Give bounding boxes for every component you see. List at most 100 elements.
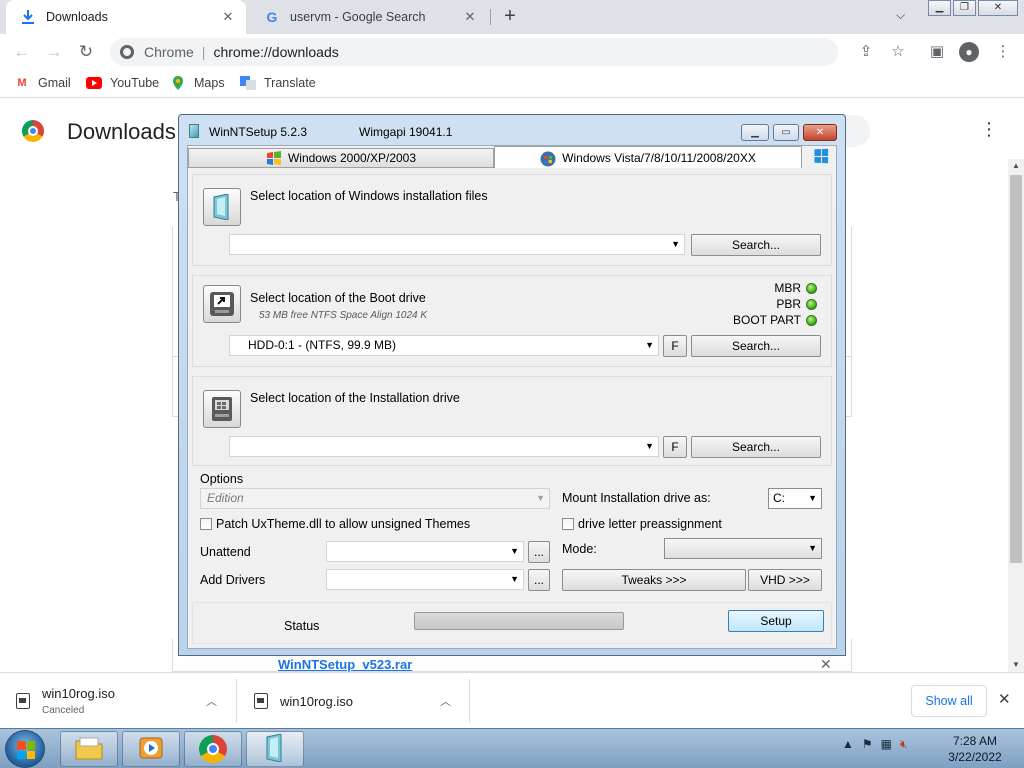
tab-windows-vista-plus[interactable]: Windows Vista/7/8/10/11/2008/20XX <box>494 146 802 168</box>
tab-downloads[interactable]: Downloads ✕ <box>6 0 246 34</box>
maximize-button[interactable]: ▭ <box>773 124 799 141</box>
drive-letter-preassignment-checkbox[interactable] <box>562 518 574 530</box>
menu-kebab-icon[interactable]: ⋮ <box>993 42 1013 62</box>
boot-drive-search-button[interactable]: Search... <box>691 335 821 357</box>
action-center-flag-icon[interactable]: ⚑ <box>862 737 873 752</box>
address-bar[interactable]: Chrome | chrome://downloads <box>110 38 838 66</box>
unattend-browse-button[interactable]: ... <box>528 541 550 563</box>
bookmark-youtube[interactable]: YouTube <box>86 76 159 90</box>
tab-google-search[interactable]: G uservm - Google Search ✕ <box>250 0 488 34</box>
clock-time: 7:28 AM <box>952 734 998 748</box>
scroll-down-arrow-icon[interactable]: ▼ <box>1008 658 1024 672</box>
reload-button[interactable]: ↻ <box>74 40 98 64</box>
boot-drive-format-button[interactable]: F <box>663 335 687 357</box>
volume-muted-icon[interactable]: 🔇︎ <box>900 737 908 752</box>
taskbar-explorer[interactable] <box>60 731 118 767</box>
close-shelf-icon[interactable]: ✕ <box>998 690 1011 708</box>
shelf-file-name: win10rog.iso <box>280 693 353 709</box>
unattend-combobox[interactable]: ▼ <box>326 541 524 562</box>
install-drive-format-button[interactable]: F <box>663 436 687 458</box>
boot-drive-label: Select location of the Boot drive <box>250 291 426 305</box>
chevron-up-icon[interactable]: ︿ <box>440 693 451 709</box>
minimize-button[interactable]: ▁ <box>741 124 769 141</box>
taskbar-winntsetup[interactable] <box>246 731 304 767</box>
patch-uxtheme-checkbox[interactable] <box>200 518 212 530</box>
add-drivers-browse-button[interactable]: ... <box>528 569 550 591</box>
install-drive-combobox[interactable]: ▼ <box>229 436 659 457</box>
close-window-button[interactable]: ✕ <box>978 0 1018 16</box>
show-hidden-icons-icon[interactable]: ▲ <box>842 737 854 752</box>
boot-drive-combobox[interactable]: HDD-0:1 - (NTFS, 99.9 MB) ▼ <box>229 335 659 356</box>
tab-strip: Downloads ✕ G uservm - Google Search ✕ +… <box>0 0 1024 34</box>
indicator-label: BOOT PART <box>732 313 801 327</box>
options-heading: Options <box>200 472 244 486</box>
bookmark-gmail[interactable]: M Gmail <box>14 76 71 90</box>
install-files-combobox[interactable]: ▼ <box>229 234 685 255</box>
show-all-button[interactable]: Show all <box>911 685 987 717</box>
vhd-button[interactable]: VHD >>> <box>748 569 822 591</box>
bookmark-translate[interactable]: Translate <box>240 76 316 90</box>
download-file-link[interactable]: WinNTSetup_v523.rar <box>278 657 412 672</box>
tab-windows-xp[interactable]: Windows 2000/XP/2003 <box>188 148 494 168</box>
install-drive-search-button[interactable]: Search... <box>691 436 821 458</box>
close-tab-icon[interactable]: ✕ <box>220 9 236 25</box>
translate-icon <box>240 76 256 90</box>
more-actions-icon[interactable]: ⋮ <box>980 119 998 140</box>
youtube-icon <box>86 76 102 90</box>
back-button[interactable]: ← <box>10 40 34 64</box>
boot-part-status-led-icon <box>806 314 817 326</box>
new-tab-button[interactable]: + <box>498 5 522 29</box>
start-button[interactable] <box>5 730 45 768</box>
bookmark-maps[interactable]: Maps <box>170 76 225 90</box>
boot-drive-sublabel: 53 MB free NTFS Space Align 1024 K <box>259 310 428 321</box>
shelf-download-item[interactable]: win10rog.iso Canceled <box>16 673 236 729</box>
add-drivers-combobox[interactable]: ▼ <box>326 569 524 590</box>
edition-placeholder: Edition <box>207 491 244 505</box>
page-scrollbar[interactable]: ▲ ▼ <box>1008 159 1024 672</box>
restore-button[interactable]: ❐ <box>953 0 976 16</box>
gmail-icon: M <box>17 77 27 89</box>
site-label: Chrome <box>144 44 194 60</box>
tweaks-button[interactable]: Tweaks >>> <box>562 569 746 591</box>
mode-combobox[interactable]: ▼ <box>664 538 822 559</box>
bookmark-star-icon[interactable]: ☆ <box>888 42 908 62</box>
scroll-up-arrow-icon[interactable]: ▲ <box>1008 159 1024 173</box>
chrome-icon <box>199 735 227 763</box>
mount-drive-letter-combobox[interactable]: C: ▼ <box>768 488 822 509</box>
share-icon[interactable]: ⇪ <box>856 42 876 62</box>
close-button[interactable]: ✕ <box>803 124 837 141</box>
windows-flag-icon <box>17 741 35 759</box>
taskbar: ▲ ⚑ ▦ 🔇︎ 7:28 AM 3/22/2022 <box>0 728 1024 768</box>
minimize-button[interactable]: ▁ <box>928 0 951 16</box>
remove-download-icon[interactable]: ✕ <box>820 656 832 673</box>
maps-icon <box>170 76 186 90</box>
chevron-up-icon[interactable]: ︿ <box>206 693 217 709</box>
forward-button[interactable]: → <box>42 40 66 64</box>
scroll-thumb[interactable] <box>1010 175 1022 563</box>
window-titlebar[interactable]: WinNTSetup 5.2.3 Wimgapi 19041.1 ▁ ▭ ✕ <box>179 115 845 145</box>
file-icon <box>254 693 268 709</box>
bookmark-label: Gmail <box>38 76 71 90</box>
install-drive-label: Select location of the Installation driv… <box>250 391 460 405</box>
tab-title: Downloads <box>46 10 108 24</box>
windows-logo-icon <box>814 148 829 164</box>
taskbar-clock[interactable]: 7:28 AM 3/22/2022 <box>940 733 1010 765</box>
taskbar-media-player[interactable] <box>122 731 180 767</box>
system-tray: ▲ ⚑ ▦ 🔇︎ <box>842 737 908 752</box>
dropdown-arrow-icon: ▼ <box>536 493 545 503</box>
browser-toolbar: ← → ↻ Chrome | chrome://downloads ⇪ ☆ ▣ … <box>0 34 1024 70</box>
install-files-search-button[interactable]: Search... <box>691 234 821 256</box>
bookmark-label: YouTube <box>110 76 160 90</box>
file-icon <box>16 693 30 709</box>
taskbar-chrome[interactable] <box>184 731 242 767</box>
network-icon[interactable]: ▦ <box>881 737 892 752</box>
close-tab-icon[interactable]: ✕ <box>462 9 478 25</box>
mbr-indicator: MBR <box>774 281 817 295</box>
omnibox-separator: | <box>201 44 206 60</box>
tab-search-chevron-icon[interactable]: ⌵ <box>896 8 905 23</box>
edition-combobox[interactable]: Edition ▼ <box>200 488 550 509</box>
side-panel-icon[interactable]: ▣ <box>927 42 947 62</box>
setup-button[interactable]: Setup <box>728 610 824 632</box>
shelf-download-item[interactable]: win10rog.iso <box>254 673 468 729</box>
profile-avatar[interactable]: ● <box>959 42 979 62</box>
